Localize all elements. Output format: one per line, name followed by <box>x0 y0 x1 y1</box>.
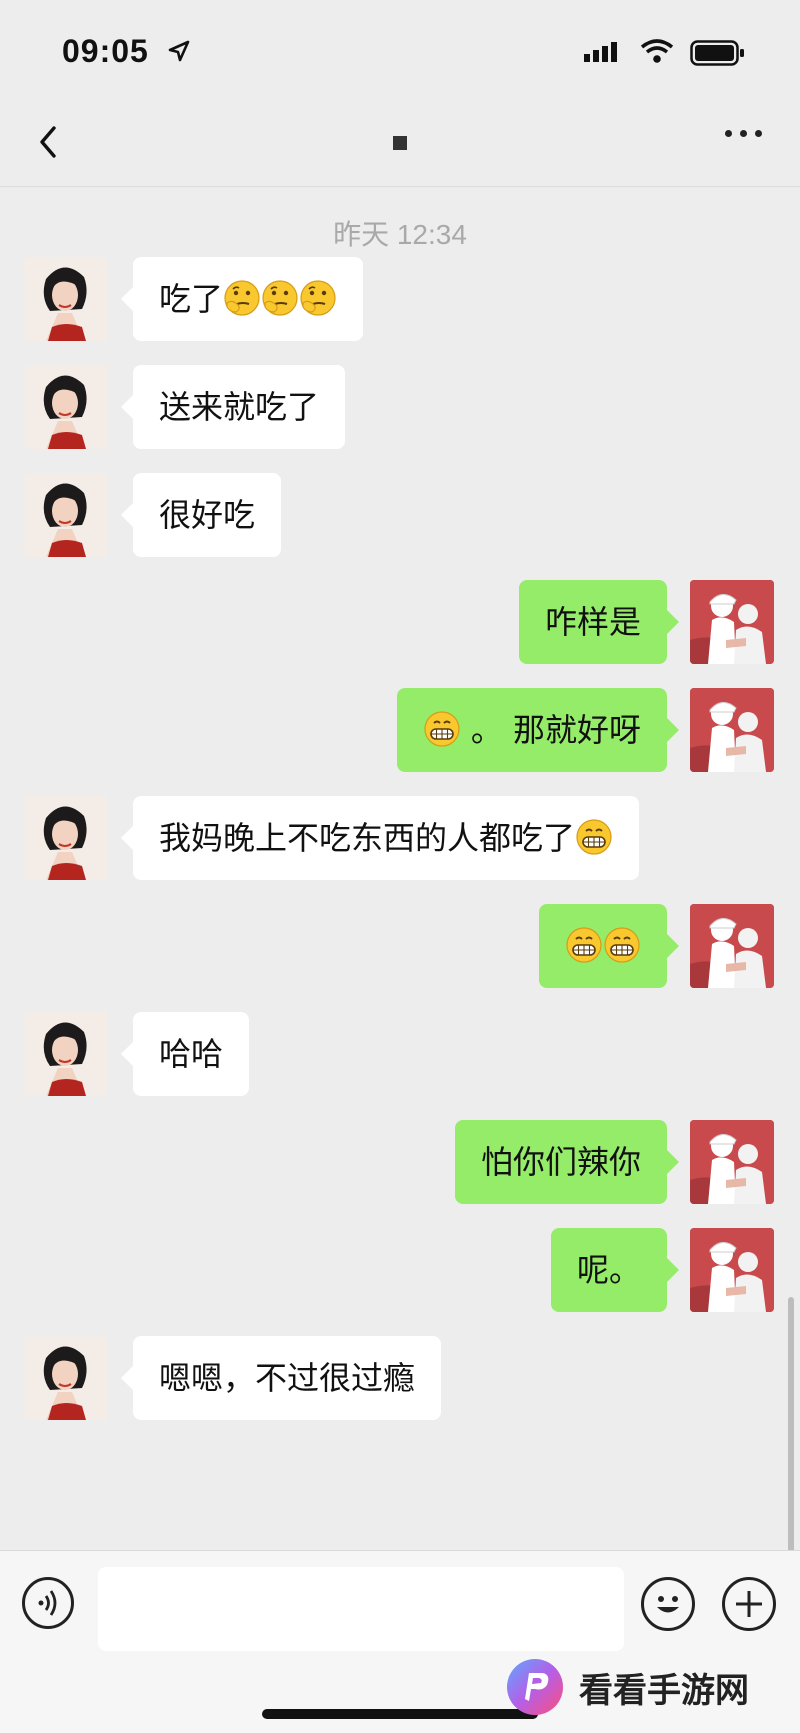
outgoing-message: 怕你们辣你 <box>0 1120 800 1206</box>
contact-avatar[interactable] <box>24 796 108 880</box>
voice-input-button[interactable] <box>22 1577 74 1629</box>
status-bar: 09:05 <box>0 0 800 100</box>
message-input[interactable] <box>98 1567 624 1651</box>
outgoing-message: 咋样是 <box>0 580 800 666</box>
message-bubble[interactable]: 咋样是 <box>518 580 680 664</box>
user-avatar[interactable] <box>690 1120 774 1204</box>
watermark: 看看手游网 <box>505 1652 749 1722</box>
outgoing-message: 。 那就好呀 <box>0 688 800 774</box>
user-avatar[interactable] <box>690 688 774 772</box>
home-indicator[interactable] <box>262 1709 538 1719</box>
user-avatar[interactable] <box>690 904 774 988</box>
grin-emoji-icon <box>604 927 640 963</box>
message-bubble[interactable]: 嗯嗯，不过很过瘾 <box>120 1336 442 1420</box>
message-bubble[interactable]: 很好吃 <box>120 473 282 557</box>
scrollbar[interactable] <box>788 1297 794 1551</box>
grin-emoji-icon <box>424 711 460 747</box>
user-elderly-couple-avatar-icon <box>690 688 774 772</box>
thinking-emoji-icon <box>300 280 336 316</box>
thinking-emoji-icon <box>262 280 298 316</box>
message-bubble[interactable]: 我妈晚上不吃东西的人都吃了 <box>120 796 640 880</box>
chat-title-mark <box>393 136 407 150</box>
more-options-icon[interactable] <box>725 130 762 137</box>
incoming-message: 哈哈 <box>0 1012 800 1098</box>
grin-emoji-icon <box>566 927 602 963</box>
message-bubble[interactable]: 怕你们辣你 <box>454 1120 680 1204</box>
contact-girl-avatar-icon <box>24 365 108 449</box>
user-elderly-couple-avatar-icon <box>690 580 774 664</box>
emoji-button[interactable] <box>641 1577 695 1631</box>
contact-avatar[interactable] <box>24 473 108 557</box>
incoming-message: 我妈晚上不吃东西的人都吃了 <box>0 796 800 882</box>
user-avatar[interactable] <box>690 1228 774 1312</box>
message-bubble[interactable]: 。 那就好呀 <box>396 688 680 772</box>
message-bubble[interactable]: 哈哈 <box>120 1012 250 1096</box>
user-elderly-couple-avatar-icon <box>690 904 774 988</box>
plus-icon <box>736 1591 762 1617</box>
contact-avatar[interactable] <box>24 365 108 449</box>
user-elderly-couple-avatar-icon <box>690 1228 774 1312</box>
message-bubble[interactable] <box>539 904 679 988</box>
contact-girl-avatar-icon <box>24 1336 108 1420</box>
contact-girl-avatar-icon <box>24 473 108 557</box>
incoming-message: 很好吃 <box>0 473 800 559</box>
contact-girl-avatar-icon <box>24 257 108 341</box>
incoming-message: 嗯嗯，不过很过瘾 <box>0 1336 800 1422</box>
message-text: 很好吃 <box>159 496 256 534</box>
message-text: 我妈晚上不吃东西的人都吃了 <box>159 819 576 857</box>
contact-avatar[interactable] <box>24 1012 108 1096</box>
message-bubble[interactable]: 呢。 <box>550 1228 680 1312</box>
message-text: 呢。 <box>576 1251 641 1289</box>
contact-avatar[interactable] <box>24 1336 108 1420</box>
message-text: 。 那就好呀 <box>470 711 641 749</box>
outgoing-message: 呢。 <box>0 1228 800 1314</box>
cellular-signal-icon <box>584 42 617 62</box>
user-elderly-couple-avatar-icon <box>690 1120 774 1204</box>
battery-icon <box>690 40 744 66</box>
outgoing-message <box>0 904 800 990</box>
user-avatar[interactable] <box>690 580 774 664</box>
message-text: 哈哈 <box>159 1035 224 1073</box>
message-text: 咋样是 <box>544 603 641 641</box>
message-bubble[interactable]: 送来就吃了 <box>120 365 346 449</box>
location-arrow-icon <box>168 40 190 62</box>
watermark-logo-icon <box>507 1659 563 1715</box>
voice-icon <box>38 1590 57 1616</box>
wifi-icon <box>640 39 674 63</box>
contact-girl-avatar-icon <box>24 796 108 880</box>
message-text: 送来就吃了 <box>159 388 320 426</box>
contact-girl-avatar-icon <box>24 1012 108 1096</box>
message-list[interactable]: 昨天 12:34 吃了送来就吃了很好吃咋样是。 那就好呀我妈晚上不吃东西的人都吃… <box>0 187 800 1551</box>
chat-header <box>0 100 800 187</box>
thinking-emoji-icon <box>224 280 260 316</box>
contact-avatar[interactable] <box>24 257 108 341</box>
chat-title <box>0 124 800 156</box>
incoming-message: 吃了 <box>0 257 800 343</box>
more-functions-button[interactable] <box>722 1577 776 1631</box>
message-text: 怕你们辣你 <box>480 1143 641 1181</box>
grin-emoji-icon <box>576 819 612 855</box>
smiley-icon <box>657 1596 679 1613</box>
status-time: 09:05 <box>62 33 149 69</box>
incoming-message: 送来就吃了 <box>0 365 800 451</box>
message-timestamp: 昨天 12:34 <box>333 219 467 250</box>
message-text: 吃了 <box>159 280 224 318</box>
message-text: 嗯嗯，不过很过瘾 <box>159 1359 416 1397</box>
message-bubble[interactable]: 吃了 <box>120 257 364 341</box>
watermark-text: 看看手游网 <box>579 1670 749 1711</box>
